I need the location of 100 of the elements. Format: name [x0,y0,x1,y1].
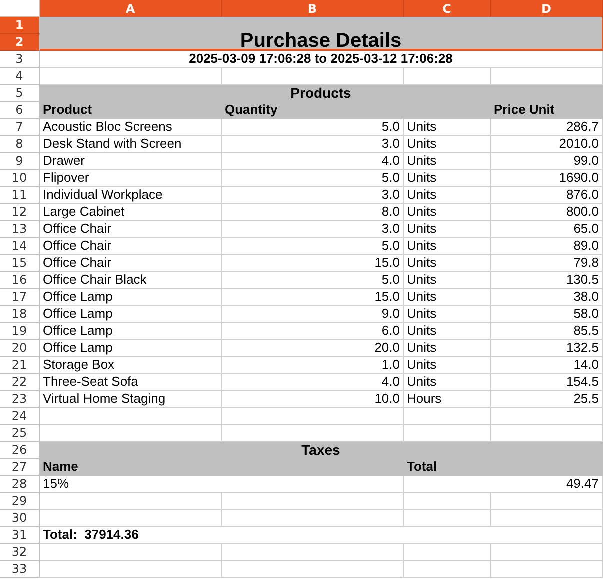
table-cell: Three-Seat Sofa [40,374,222,391]
column-heading: Name [40,459,404,476]
row-header[interactable]: 6 [0,102,40,119]
row-header[interactable]: 23 [0,391,40,408]
row-header[interactable]: 25 [0,425,40,442]
row-header[interactable]: 11 [0,187,40,204]
row-header[interactable]: 22 [0,374,40,391]
row-header[interactable]: 2 [0,34,40,51]
table-cell: Drawer [40,153,222,170]
column-header[interactable]: B [222,0,404,17]
column-heading: Total [404,459,603,476]
row-header[interactable]: 10 [0,170,40,187]
table-cell: Office Lamp [40,306,222,323]
table-cell: 3.0 [222,221,404,238]
table-cell: 25.5 [491,391,603,408]
table-cell: 5.0 [222,272,404,289]
table-cell: 3.0 [222,187,404,204]
table-cell: 154.5 [491,374,603,391]
table-cell: Units [404,119,491,136]
table-cell: Office Lamp [40,289,222,306]
total-cell: Total: 37914.36 [40,527,603,544]
row-header[interactable]: 1 [0,17,40,34]
table-cell: 132.5 [491,340,603,357]
row-header[interactable]: 26 [0,442,40,459]
row-header[interactable]: 19 [0,323,40,340]
table-cell: 85.5 [491,323,603,340]
table-cell: 15.0 [222,255,404,272]
table-cell: 65.0 [491,221,603,238]
table-cell: 4.0 [222,374,404,391]
table-cell: Office Chair [40,238,222,255]
row-header[interactable]: 9 [0,153,40,170]
row-header[interactable]: 32 [0,544,40,561]
row-header[interactable]: 33 [0,561,40,578]
table-cell: 5.0 [222,238,404,255]
section-heading: Taxes [40,442,603,459]
table-cell: Units [404,204,491,221]
row-header[interactable]: 27 [0,459,40,476]
row-header[interactable]: 29 [0,493,40,510]
row-header[interactable]: 15 [0,255,40,272]
table-cell: Units [404,289,491,306]
table-cell: Units [404,221,491,238]
table-cell: Units [404,306,491,323]
table-cell: Units [404,170,491,187]
table-cell: 876.0 [491,187,603,204]
table-cell: 286.7 [491,119,603,136]
table-cell: Office Lamp [40,323,222,340]
table-cell: Units [404,340,491,357]
table-cell: 130.5 [491,272,603,289]
table-cell: Units [404,323,491,340]
table-cell: 79.8 [491,255,603,272]
row-header[interactable]: 31 [0,527,40,544]
table-cell: Individual Workplace [40,187,222,204]
row-header[interactable]: 21 [0,357,40,374]
table-cell: 10.0 [222,391,404,408]
row-header[interactable]: 3 [0,51,40,68]
table-cell: 3.0 [222,136,404,153]
title-cell: Purchase Details [40,17,603,51]
date-range-cell: 2025-03-09 17:06:28 to 2025-03-12 17:06:28 [40,51,603,68]
table-cell: 15% [40,476,404,493]
table-cell: 800.0 [491,204,603,221]
table-cell: Units [404,238,491,255]
row-header[interactable]: 17 [0,289,40,306]
row-header[interactable]: 4 [0,68,40,85]
table-cell: Virtual Home Staging [40,391,222,408]
column-header[interactable]: C [404,0,491,17]
table-cell: Units [404,357,491,374]
table-cell: Office Chair [40,255,222,272]
table-cell: 4.0 [222,153,404,170]
row-header[interactable]: 20 [0,340,40,357]
table-cell: 1.0 [222,357,404,374]
table-cell: Storage Box [40,357,222,374]
row-header[interactable]: 5 [0,85,40,102]
table-cell: 6.0 [222,323,404,340]
table-cell: Office Lamp [40,340,222,357]
table-cell: Units [404,136,491,153]
row-header[interactable]: 16 [0,272,40,289]
row-header[interactable]: 18 [0,306,40,323]
row-header[interactable]: 7 [0,119,40,136]
table-cell: 49.47 [404,476,603,493]
column-header[interactable]: A [40,0,222,17]
table-cell: Flipover [40,170,222,187]
table-cell: 99.0 [491,153,603,170]
row-header[interactable]: 12 [0,204,40,221]
column-heading: Price Unit [491,102,603,119]
table-cell: Office Chair [40,221,222,238]
table-cell: Units [404,255,491,272]
row-header[interactable]: 28 [0,476,40,493]
row-header[interactable]: 30 [0,510,40,527]
row-header[interactable]: 14 [0,238,40,255]
select-all-corner[interactable] [0,0,40,17]
table-cell: Units [404,187,491,204]
row-header[interactable]: 24 [0,408,40,425]
table-cell: Units [404,272,491,289]
table-cell: Office Chair Black [40,272,222,289]
table-cell: 8.0 [222,204,404,221]
column-heading: Product [40,102,222,119]
column-header[interactable]: D [491,0,603,17]
row-header[interactable]: 8 [0,136,40,153]
row-header[interactable]: 13 [0,221,40,238]
table-cell: 15.0 [222,289,404,306]
